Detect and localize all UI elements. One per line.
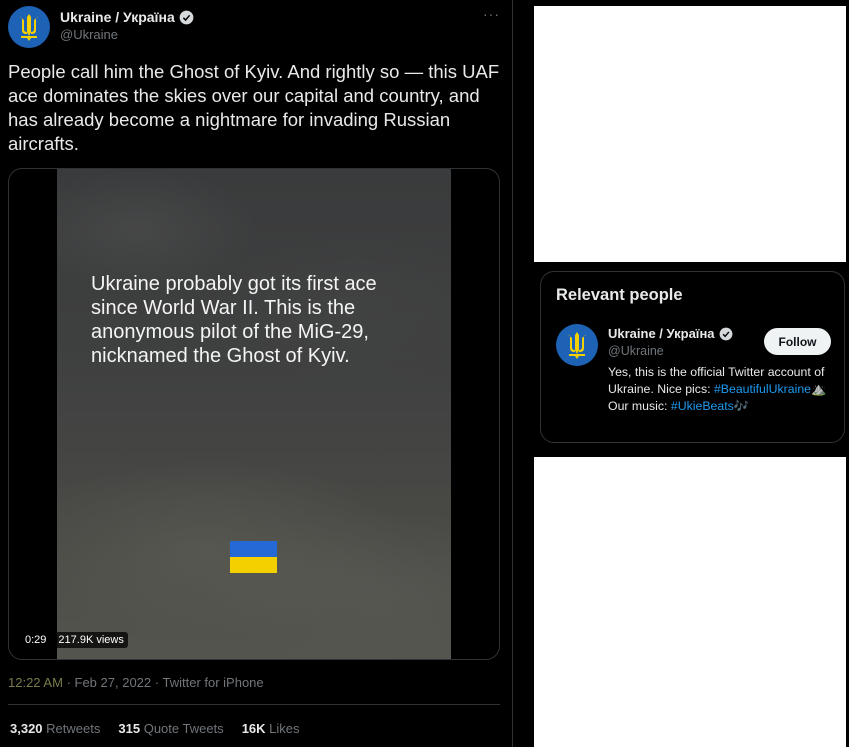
- timestamp-line: 12:22 AM · Feb 27, 2022 · Twitter for iP…: [8, 675, 264, 690]
- avatar[interactable]: [8, 6, 50, 48]
- divider: [8, 704, 500, 705]
- tweet-stats: 3,320 Retweets 315 Quote Tweets 16K Like…: [10, 721, 300, 736]
- trident-icon: [567, 332, 587, 359]
- retweets-count: 3,320: [10, 721, 43, 736]
- sidebar: Relevant people Ukraine / Україна @Ukrai…: [514, 0, 849, 747]
- hashtag-ukiebeats[interactable]: #UkieBeats: [671, 399, 734, 413]
- avatar[interactable]: [556, 324, 598, 366]
- hashtag-beautifulukraine[interactable]: #BeautifulUkraine: [714, 382, 811, 396]
- video-frame[interactable]: Ukraine probably got its first ace since…: [57, 169, 451, 659]
- relevant-people-title: Relevant people: [556, 286, 683, 304]
- blank-panel-top: [534, 6, 846, 262]
- video-duration: 0:29: [21, 632, 51, 648]
- tweet-header: Ukraine / Україна @Ukraine ···: [8, 6, 504, 48]
- relevant-person-handle[interactable]: @Ukraine: [608, 344, 664, 358]
- likes-label: Likes: [269, 721, 300, 736]
- video-views: 217.9K views: [54, 632, 128, 648]
- mountain-emoji-icon: ⛰️: [811, 382, 827, 396]
- tweet-column: Ukraine / Україна @Ukraine ··· People ca…: [0, 0, 513, 747]
- likes-count: 16K: [241, 721, 266, 736]
- likes-stat[interactable]: 16K Likes: [242, 721, 300, 736]
- blank-panel-bottom: [534, 457, 846, 747]
- ukraine-flag-icon: [230, 541, 277, 573]
- video-player[interactable]: Ukraine probably got its first ace since…: [8, 168, 500, 660]
- tweet-time[interactable]: 12:22 AM: [8, 675, 63, 690]
- relevant-person-bio: Yes, this is the official Twitter accoun…: [608, 364, 838, 415]
- video-meta: 0:29 217.9K views: [21, 632, 128, 648]
- verified-badge-icon: [179, 10, 194, 24]
- music-notes-emoji-icon: 🎶: [733, 399, 750, 413]
- retweets-label: Retweets: [46, 721, 101, 736]
- trident-icon: [19, 14, 39, 41]
- retweets-stat[interactable]: 3,320 Retweets: [10, 721, 100, 736]
- bio-text-music: Our music:: [608, 399, 671, 413]
- quote-tweets-stat[interactable]: 315 Quote Tweets: [118, 721, 223, 736]
- handle[interactable]: @Ukraine: [60, 27, 118, 42]
- relevant-person-name[interactable]: Ukraine / Україна: [608, 326, 715, 341]
- follow-button[interactable]: Follow: [764, 328, 831, 355]
- tweet-source[interactable]: Twitter for iPhone: [162, 675, 263, 690]
- more-options-icon[interactable]: ···: [483, 6, 500, 22]
- video-caption: Ukraine probably got its first ace since…: [91, 273, 377, 367]
- quote-tweets-count: 315: [118, 721, 141, 736]
- relevant-people-card: Relevant people Ukraine / Україна @Ukrai…: [540, 271, 845, 443]
- tweet-date[interactable]: Feb 27, 2022: [75, 675, 152, 690]
- display-name[interactable]: Ukraine / Україна: [60, 9, 175, 25]
- verified-badge-icon: [719, 327, 732, 340]
- tweet-text: People call him the Ghost of Kyiv. And r…: [8, 61, 500, 154]
- quote-tweets-label: Quote Tweets: [143, 721, 224, 736]
